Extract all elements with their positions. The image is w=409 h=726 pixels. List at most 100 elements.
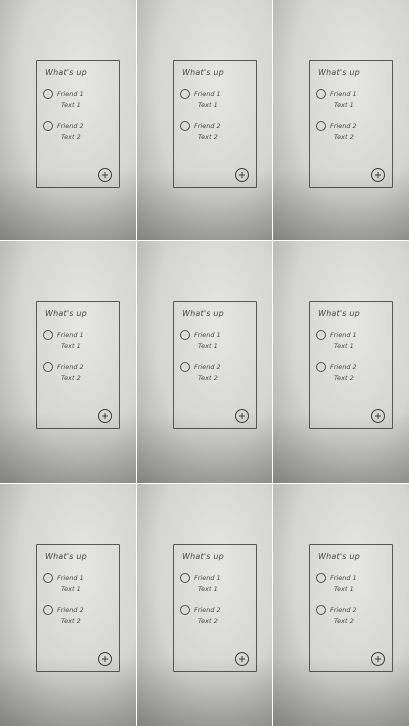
add-button[interactable] [235, 409, 249, 423]
avatar-icon [43, 121, 53, 131]
friend-text: Text 2 [61, 133, 81, 141]
friend-name: Friend 1 [57, 574, 84, 582]
avatar-icon [180, 605, 190, 615]
list-item[interactable]: Friend 2 Text 2 [43, 121, 113, 145]
friend-text: Text 1 [61, 342, 81, 350]
list-item[interactable]: Friend 2 Text 2 [43, 362, 113, 386]
list-item[interactable]: Friend 1 Text 1 [180, 330, 250, 354]
avatar-icon [43, 362, 53, 372]
avatar-icon [43, 330, 53, 340]
plus-icon [239, 656, 245, 662]
plus-icon [375, 172, 381, 178]
friend-text: Text 1 [334, 585, 354, 593]
app-title: What's up [45, 552, 87, 561]
avatar-icon [180, 89, 190, 99]
add-button[interactable] [98, 409, 112, 423]
list-item[interactable]: Friend 1 Text 1 [316, 573, 386, 597]
friend-name: Friend 1 [194, 574, 221, 582]
plus-icon [375, 656, 381, 662]
friend-text: Text 2 [334, 133, 354, 141]
add-button[interactable] [235, 652, 249, 666]
add-button[interactable] [371, 652, 385, 666]
list-item[interactable]: Friend 1 Text 1 [316, 330, 386, 354]
list-item[interactable]: Friend 1 Text 1 [43, 573, 113, 597]
wireframe-phone: What's up Friend 1 Text 1 Friend 2 Text … [36, 544, 120, 672]
friend-name: Friend 2 [57, 606, 84, 614]
list-item[interactable]: Friend 1 Text 1 [180, 573, 250, 597]
photo-tile: What's up Friend 1 Text 1 Friend 2 Text … [0, 0, 136, 240]
friend-text: Text 1 [334, 342, 354, 350]
list-item[interactable]: Friend 1 Text 1 [43, 89, 113, 113]
friend-text: Text 2 [61, 617, 81, 625]
photo-tile: What's up Friend 1 Text 1 Friend 2 Text … [137, 484, 272, 726]
avatar-icon [43, 605, 53, 615]
friend-text: Text 2 [61, 374, 81, 382]
add-button[interactable] [235, 168, 249, 182]
avatar-icon [180, 121, 190, 131]
add-button[interactable] [371, 409, 385, 423]
plus-icon [239, 172, 245, 178]
avatar-icon [43, 89, 53, 99]
friend-text: Text 1 [198, 101, 218, 109]
add-button[interactable] [98, 652, 112, 666]
friend-name: Friend 2 [194, 122, 221, 130]
friend-text: Text 1 [198, 342, 218, 350]
plus-icon [239, 413, 245, 419]
app-title: What's up [182, 68, 224, 77]
friend-text: Text 2 [334, 374, 354, 382]
add-button[interactable] [98, 168, 112, 182]
list-item[interactable]: Friend 2 Text 2 [180, 121, 250, 145]
list-item[interactable]: Friend 2 Text 2 [180, 605, 250, 629]
avatar-icon [316, 605, 326, 615]
avatar-icon [316, 573, 326, 583]
friend-name: Friend 1 [57, 331, 84, 339]
friend-text: Text 1 [334, 101, 354, 109]
plus-icon [375, 413, 381, 419]
friend-name: Friend 2 [330, 122, 357, 130]
friend-name: Friend 1 [330, 90, 357, 98]
app-title: What's up [45, 309, 87, 318]
list-item[interactable]: Friend 2 Text 2 [43, 605, 113, 629]
avatar-icon [316, 330, 326, 340]
plus-icon [102, 172, 108, 178]
friend-name: Friend 1 [57, 90, 84, 98]
wireframe-phone: What's up Friend 1 Text 1 Friend 2 Text … [36, 301, 120, 429]
app-title: What's up [318, 552, 360, 561]
list-item[interactable]: Friend 2 Text 2 [316, 362, 386, 386]
friend-name: Friend 2 [57, 363, 84, 371]
photo-tile: What's up Friend 1 Text 1 Friend 2 Text … [273, 241, 409, 483]
friend-name: Friend 2 [330, 363, 357, 371]
friend-name: Friend 2 [194, 606, 221, 614]
friend-text: Text 1 [61, 585, 81, 593]
avatar-icon [180, 330, 190, 340]
friend-text: Text 2 [198, 617, 218, 625]
friend-text: Text 2 [198, 133, 218, 141]
photo-tile: What's up Friend 1 Text 1 Friend 2 Text … [137, 241, 272, 483]
list-item[interactable]: Friend 1 Text 1 [43, 330, 113, 354]
photo-grid: What's up Friend 1 Text 1 Friend 2 Text … [0, 0, 409, 726]
friend-name: Friend 2 [194, 363, 221, 371]
wireframe-phone: What's up Friend 1 Text 1 Friend 2 Text … [309, 544, 393, 672]
app-title: What's up [182, 309, 224, 318]
avatar-icon [180, 362, 190, 372]
photo-tile: What's up Friend 1 Text 1 Friend 2 Text … [0, 241, 136, 483]
wireframe-phone: What's up Friend 1 Text 1 Friend 2 Text … [173, 60, 257, 188]
photo-tile: What's up Friend 1 Text 1 Friend 2 Text … [273, 484, 409, 726]
app-title: What's up [45, 68, 87, 77]
app-title: What's up [318, 68, 360, 77]
list-item[interactable]: Friend 2 Text 2 [316, 605, 386, 629]
wireframe-phone: What's up Friend 1 Text 1 Friend 2 Text … [36, 60, 120, 188]
wireframe-phone: What's up Friend 1 Text 1 Friend 2 Text … [173, 301, 257, 429]
friend-name: Friend 1 [330, 331, 357, 339]
friend-name: Friend 2 [57, 122, 84, 130]
plus-icon [102, 413, 108, 419]
avatar-icon [316, 362, 326, 372]
list-item[interactable]: Friend 1 Text 1 [180, 89, 250, 113]
friend-name: Friend 1 [330, 574, 357, 582]
list-item[interactable]: Friend 2 Text 2 [316, 121, 386, 145]
wireframe-phone: What's up Friend 1 Text 1 Friend 2 Text … [173, 544, 257, 672]
wireframe-phone: What's up Friend 1 Text 1 Friend 2 Text … [309, 60, 393, 188]
list-item[interactable]: Friend 1 Text 1 [316, 89, 386, 113]
add-button[interactable] [371, 168, 385, 182]
list-item[interactable]: Friend 2 Text 2 [180, 362, 250, 386]
